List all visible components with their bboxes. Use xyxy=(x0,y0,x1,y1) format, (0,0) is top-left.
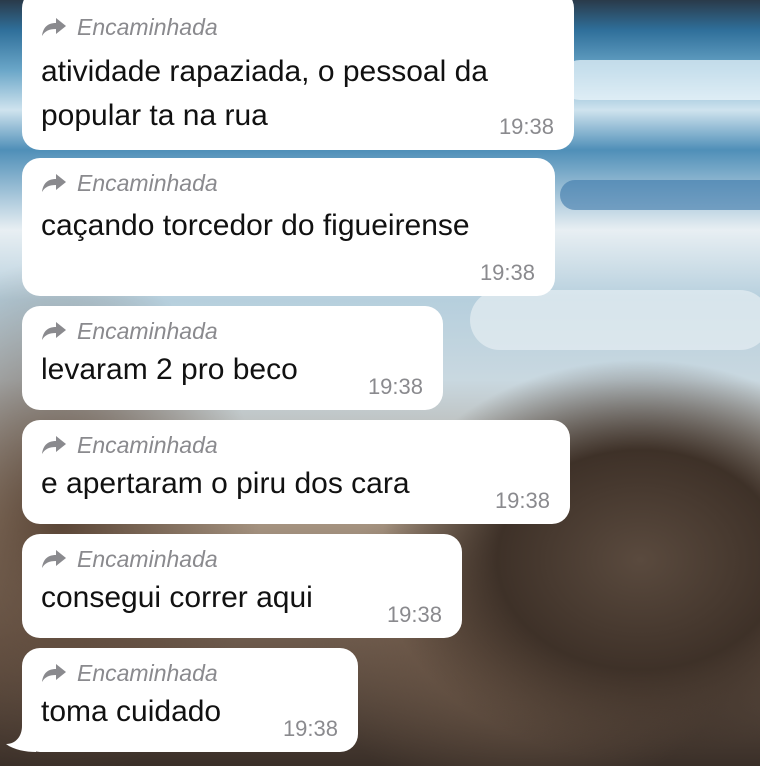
forwarded-indicator: Encaminhada xyxy=(41,658,338,688)
message-bubble[interactable]: Encaminhada e apertaram o piru dos cara … xyxy=(22,420,570,524)
message-text: atividade rapaziada, o pessoal da popula… xyxy=(41,55,488,132)
message-text: caçando torcedor do figueirense xyxy=(41,209,470,242)
message-time: 19:38 xyxy=(494,488,550,513)
forwarded-label: Encaminhada xyxy=(77,545,218,572)
background-cloud xyxy=(560,60,760,100)
forward-arrow-icon xyxy=(42,550,66,568)
message-time: 19:38 xyxy=(282,716,338,741)
forwarded-label: Encaminhada xyxy=(77,13,218,40)
forward-arrow-icon xyxy=(42,18,66,36)
forwarded-indicator: Encaminhada xyxy=(41,316,423,346)
message-text: levaram 2 pro beco xyxy=(41,353,298,386)
forwarded-label: Encaminhada xyxy=(77,317,218,344)
forwarded-label: Encaminhada xyxy=(77,431,218,458)
forwarded-label: Encaminhada xyxy=(77,659,218,686)
message-text: consegui correr aqui xyxy=(41,581,313,614)
background-cloud xyxy=(470,290,760,350)
forwarded-label: Encaminhada xyxy=(77,169,218,196)
message-text: e apertaram o piru dos cara xyxy=(41,467,410,500)
forwarded-indicator: Encaminhada xyxy=(41,544,442,574)
message-bubble[interactable]: Encaminhada consegui correr aqui 19:38 xyxy=(22,534,462,638)
message-bubble[interactable]: Encaminhada atividade rapaziada, o pesso… xyxy=(22,0,574,150)
background-cloud xyxy=(560,180,760,210)
message-bubble[interactable]: Encaminhada levaram 2 pro beco 19:38 xyxy=(22,306,443,410)
forwarded-indicator: Encaminhada xyxy=(41,430,550,460)
message-time: 19:38 xyxy=(479,260,535,285)
message-bubble[interactable]: Encaminhada caçando torcedor do figueire… xyxy=(22,158,555,296)
message-time: 19:38 xyxy=(367,374,423,399)
message-time: 19:38 xyxy=(386,602,442,627)
forward-arrow-icon xyxy=(42,436,66,454)
message-time: 19:38 xyxy=(498,114,554,139)
forward-arrow-icon xyxy=(42,322,66,340)
forward-arrow-icon xyxy=(42,664,66,682)
forwarded-indicator: Encaminhada xyxy=(41,12,554,42)
forward-arrow-icon xyxy=(42,174,66,192)
forwarded-indicator: Encaminhada xyxy=(41,168,535,198)
message-bubble[interactable]: Encaminhada toma cuidado 19:38 xyxy=(22,648,358,752)
